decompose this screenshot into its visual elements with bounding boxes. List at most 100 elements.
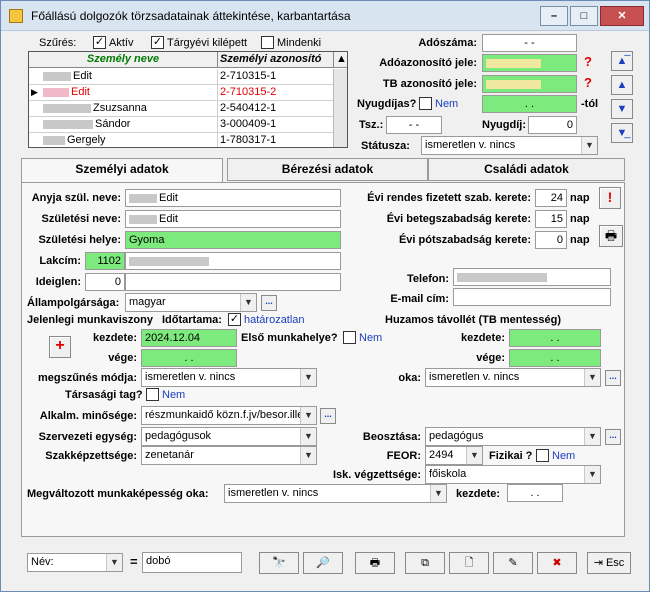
alert-button[interactable]: ! <box>599 187 621 209</box>
anyja-field[interactable]: Edit <box>125 189 341 207</box>
tsz-field[interactable]: - - <box>386 116 442 134</box>
grid-header-name[interactable]: Személy neve <box>29 52 217 68</box>
adoszama-field[interactable]: - - <box>482 34 577 52</box>
tab-berezesi[interactable]: Bérezési adatok <box>227 158 428 181</box>
allampolgarsag-select[interactable]: magyar ▼ <box>125 293 257 312</box>
megvaltozott-kezdete-field[interactable]: . . <box>507 484 563 502</box>
alkalm-select[interactable]: részmunkaidő közn.f.jv/besor.ille ▼ <box>141 406 317 425</box>
huzamos-label: Huzamos távollét (TB mentesség) <box>385 314 562 326</box>
alkalm-more-button[interactable]: ... <box>320 408 336 424</box>
copy-icon[interactable]: ⧉ <box>405 552 445 574</box>
huzamos-vege-field[interactable]: . . <box>509 349 601 367</box>
telefon-field[interactable] <box>453 268 611 286</box>
evi-rendes-unit: nap <box>570 192 590 204</box>
print-icon[interactable]: 🖶 <box>599 225 623 247</box>
nav-prev-button[interactable]: ▲ <box>611 75 633 95</box>
allampolgarsag-more-button[interactable]: ... <box>261 295 277 311</box>
maximize-button[interactable]: □ <box>570 6 598 26</box>
feor-select[interactable]: 2494 ▼ <box>425 446 483 465</box>
nav-first-button[interactable]: ▲̅ <box>611 51 633 71</box>
evi-potszab-label: Évi pótszabadság kerete: <box>398 234 531 246</box>
beosztasa-select[interactable]: pedagógus ▼ <box>425 427 601 446</box>
allampolgarsag-label: Állampolgársága: <box>27 297 120 309</box>
chevron-down-icon: ▼ <box>584 466 600 483</box>
search-field-select[interactable]: Név: ▼ <box>27 553 123 572</box>
evi-potszab-unit: nap <box>570 234 590 246</box>
vege-label: vége: <box>108 352 137 364</box>
table-row[interactable]: Edit 2-710315-1 <box>29 69 347 85</box>
row-id: 2-710315-2 <box>217 85 333 100</box>
nav-next-button[interactable]: ▼ <box>611 99 633 119</box>
employee-grid[interactable]: Személy neve Személyi azonosító ▲ Edit 2… <box>28 51 348 148</box>
nyugdij-field[interactable]: 0 <box>528 116 577 134</box>
grid-header-id[interactable]: Személyi azonosító <box>217 52 333 68</box>
table-row-selected[interactable]: ▶ Edit 2-710315-2 <box>29 85 347 101</box>
search-input[interactable]: dobó <box>142 552 242 573</box>
evi-beteg-field[interactable]: 15 <box>535 210 567 228</box>
grid-scrollbar[interactable] <box>333 69 347 147</box>
new-document-icon[interactable]: 🗋 <box>449 552 489 574</box>
adoazonosito-check-icon[interactable]: ? <box>584 54 592 69</box>
nyugdijas-value: Nem <box>435 98 459 110</box>
filter-mindenki-checkbox[interactable] <box>261 36 274 49</box>
email-field[interactable] <box>453 288 611 306</box>
megszunes-select[interactable]: ismeretlen v. nincs ▼ <box>141 368 317 387</box>
fizikai-checkbox[interactable] <box>536 449 549 462</box>
nyugdij-date-field[interactable]: . . <box>482 95 577 113</box>
chevron-down-icon: ▼ <box>300 407 316 424</box>
feor-label: FEOR: <box>386 450 421 462</box>
szuletesi-hely-field[interactable]: Gyoma <box>125 231 341 249</box>
megvaltozott-select[interactable]: ismeretlen v. nincs ▼ <box>224 484 447 503</box>
ideiglen-label: Ideiglen: <box>35 276 81 288</box>
find-icon[interactable]: 🔭 <box>259 552 299 574</box>
app-icon <box>9 9 23 23</box>
print-icon[interactable]: 🖶 <box>355 552 395 574</box>
elso-munkahely-checkbox[interactable] <box>343 331 356 344</box>
grid-scroll-up[interactable]: ▲ <box>333 52 347 68</box>
close-button[interactable]: ✕ <box>600 6 644 26</box>
nyugdijas-checkbox[interactable] <box>419 97 432 110</box>
vege-field[interactable]: . . <box>141 349 237 367</box>
huzamos-kezdete-field[interactable]: . . <box>509 329 601 347</box>
filter-aktiv-label: Aktív <box>109 37 134 49</box>
minimize-button[interactable]: – <box>540 6 568 26</box>
elso-munkahely-value: Nem <box>359 332 383 344</box>
lakcim-address-field[interactable] <box>125 252 341 270</box>
oka-more-button[interactable]: ... <box>605 370 621 386</box>
tab-szemelyi[interactable]: Személyi adatok <box>21 158 223 183</box>
idotartama-checkbox[interactable]: ✓ <box>228 313 241 326</box>
szervezeti-select[interactable]: pedagógusok ▼ <box>141 427 317 446</box>
evi-rendes-field[interactable]: 24 <box>535 189 567 207</box>
window-title: Főállású dolgozók törzsadatainak áttekin… <box>31 9 351 23</box>
szuletesi-nev-field[interactable]: Edit <box>125 210 341 228</box>
filter-targyevi-checkbox[interactable]: ✓ <box>151 36 164 49</box>
isk-select[interactable]: főiskola ▼ <box>425 465 601 484</box>
tb-field[interactable] <box>482 75 577 93</box>
beosztasa-more-button[interactable]: ... <box>605 429 621 445</box>
szakkepzettseg-select[interactable]: zenetanár ▼ <box>141 446 317 465</box>
statusza-select[interactable]: ismeretlen v. nincs ▼ <box>421 136 598 155</box>
ideiglen-address-field[interactable] <box>125 273 341 291</box>
tb-check-icon[interactable]: ? <box>584 75 592 90</box>
exit-button[interactable]: ⇥ Esc <box>587 552 631 574</box>
table-row[interactable]: Sándor 3-000409-1 <box>29 117 347 133</box>
ideiglen-zip-field[interactable]: 0 <box>85 273 125 291</box>
tarsasagi-checkbox[interactable] <box>146 388 159 401</box>
tab-csaladi[interactable]: Családi adatok <box>428 158 625 181</box>
row-id: 1-780317-1 <box>217 133 333 147</box>
oka-select[interactable]: ismeretlen v. nincs ▼ <box>425 368 601 387</box>
evi-potszab-field[interactable]: 0 <box>535 231 567 249</box>
find-next-icon[interactable]: 🔎 <box>303 552 343 574</box>
table-row[interactable]: Zsuzsanna 2-540412-1 <box>29 101 347 117</box>
edit-icon[interactable]: ✎ <box>493 552 533 574</box>
kezdete-field[interactable]: 2024.12.04 <box>141 329 237 347</box>
lakcim-zip-field[interactable]: 1102 <box>85 252 125 270</box>
table-row[interactable]: Gergely 1-780317-1 <box>29 133 347 147</box>
isk-label: Isk. végzettsége: <box>332 469 421 481</box>
nav-last-button[interactable]: ▼̲ <box>611 123 633 143</box>
adoazonosito-field[interactable] <box>482 54 577 72</box>
row-name: Sándor <box>41 117 215 132</box>
megvaltozott-label: Megváltozott munkaképesség oka: <box>27 488 209 500</box>
delete-icon[interactable]: ✖ <box>537 552 577 574</box>
filter-aktiv-checkbox[interactable]: ✓ <box>93 36 106 49</box>
